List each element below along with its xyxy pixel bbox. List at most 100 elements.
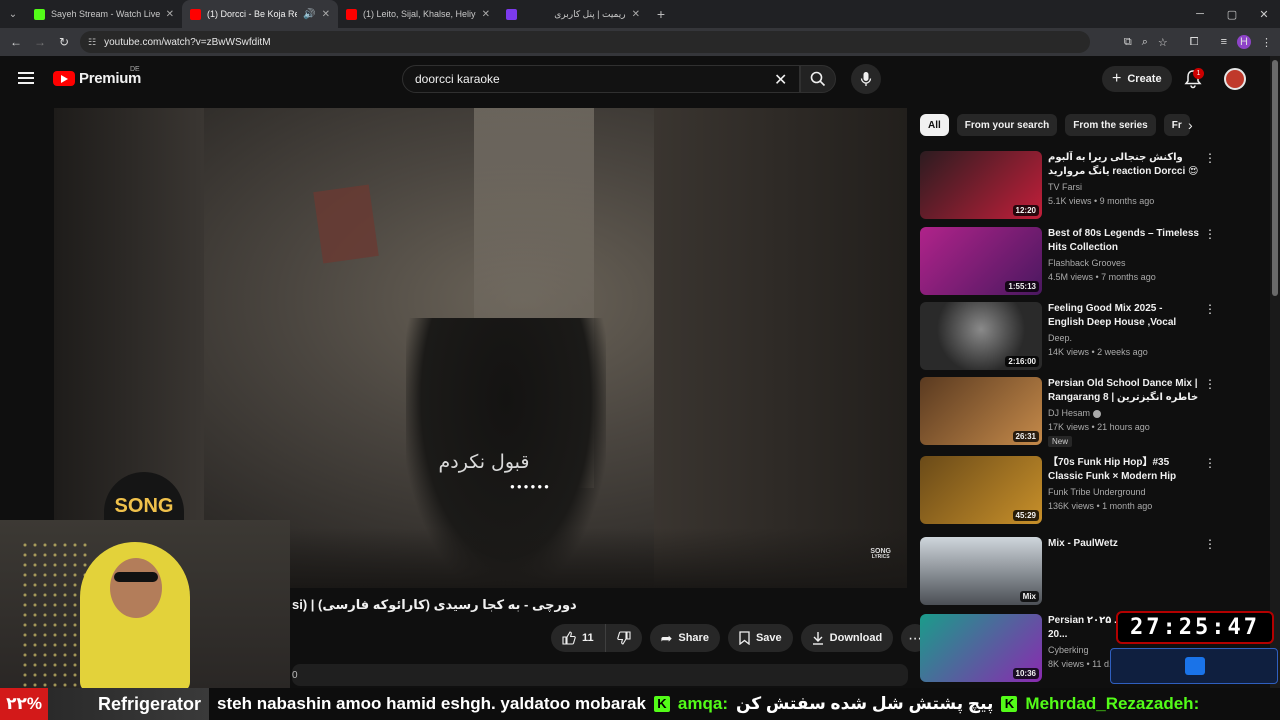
browser-tab-youtube-active[interactable]: (1) Dorcci - Be Koja Residi ( 🔊 ✕ [182, 0, 338, 28]
speaker-icon[interactable]: 🔊 [303, 9, 315, 20]
duration-badge: 45:29 [1012, 510, 1039, 521]
tab-title: Sayeh Stream - Watch Live on K [51, 9, 160, 19]
profile-avatar[interactable]: H [1237, 35, 1251, 49]
cast-icon[interactable]: ⧉ [1124, 36, 1132, 49]
more-vert-icon[interactable]: ⋮ [1204, 302, 1216, 316]
search-button[interactable] [800, 65, 836, 93]
download-button[interactable]: Download [800, 624, 894, 652]
chip-from-the-series[interactable]: From the series [1065, 114, 1156, 136]
channel-name[interactable]: Cyberking [1048, 645, 1089, 655]
duration-badge: 10:36 [1012, 668, 1039, 679]
description-text: 0 [292, 670, 298, 681]
channel-name[interactable]: Funk Tribe Underground [1048, 487, 1146, 497]
account-avatar[interactable] [1224, 68, 1246, 90]
tab-search-dropdown-icon[interactable]: ⌄ [0, 0, 26, 28]
close-window-icon[interactable]: ✕ [1248, 0, 1280, 28]
url-field[interactable]: ☷ youtube.com/watch?v=zBwWSwfditM [80, 31, 1090, 53]
like-button[interactable]: 11 [551, 624, 606, 652]
channel-name[interactable]: TV Farsi [1048, 182, 1082, 192]
download-icon [812, 632, 823, 645]
close-tab-icon[interactable]: ✕ [322, 9, 330, 20]
site-info-icon[interactable]: ☷ [88, 37, 96, 48]
clear-search-icon[interactable]: ✕ [774, 70, 787, 90]
forward-icon[interactable]: → [28, 35, 52, 49]
browser-tab-kick[interactable]: Sayeh Stream - Watch Live on K ✕ [26, 0, 182, 28]
more-vert-icon[interactable]: ⋮ [1204, 377, 1216, 391]
search-value: doorcci karaoke [415, 72, 500, 86]
media-controls-icon[interactable]: ≡ [1221, 36, 1227, 48]
more-vert-icon[interactable]: ⋮ [1204, 227, 1216, 241]
chip-partial[interactable]: Fr [1163, 114, 1190, 136]
bookmark-icon [739, 631, 750, 645]
more-vert-icon[interactable]: ⋮ [1204, 456, 1216, 470]
kick-logo-icon: K [1001, 696, 1018, 712]
more-vert-icon[interactable]: ⋮ [1204, 151, 1216, 165]
close-tab-icon[interactable]: ✕ [632, 9, 640, 20]
recommendation-item[interactable]: 1:55:13 Best of 80s Legends – Timeless H… [920, 227, 1220, 299]
new-badge: New [1048, 436, 1073, 447]
chip-from-your-search[interactable]: From your search [956, 114, 1058, 136]
chip-all[interactable]: All [920, 114, 949, 136]
minimize-icon[interactable]: ─ [1184, 0, 1216, 28]
youtube-premium-logo[interactable]: Premium DE [53, 66, 141, 87]
browser-menu-icon[interactable]: ⋮ [1261, 36, 1272, 49]
chevron-right-icon[interactable]: › [1188, 117, 1193, 133]
voice-search-button[interactable] [851, 64, 881, 94]
recommendation-item[interactable]: 26:31 Persian Old School Dance Mix | Ran… [920, 377, 1220, 449]
share-button[interactable]: ➦ Share [649, 624, 720, 652]
video-thumbnail[interactable]: 45:29 [920, 456, 1042, 524]
maximize-icon[interactable]: ▢ [1216, 0, 1248, 28]
back-icon[interactable]: ← [4, 35, 28, 49]
menu-hamburger-icon[interactable] [18, 72, 34, 84]
page-scrollbar[interactable] [1270, 56, 1280, 696]
streamer-webcam [0, 520, 290, 688]
recommendation-item[interactable]: 2:16:00 Feeling Good Mix 2025 - English … [920, 302, 1220, 374]
description-box[interactable]: 0 [292, 664, 908, 686]
recommendation-item[interactable]: Mix Mix - PaulWetz ⋮ [920, 537, 1220, 609]
thumbs-up-icon [562, 631, 576, 645]
video-thumbnail[interactable]: Mix [920, 537, 1042, 605]
bookmark-star-icon[interactable]: ☆ [1158, 36, 1168, 49]
video-meta: 5.1K views • 9 months ago [1048, 196, 1155, 206]
video-thumbnail[interactable]: 12:20 [920, 151, 1042, 219]
video-thumbnail[interactable]: 26:31 [920, 377, 1042, 445]
close-tab-icon[interactable]: ✕ [166, 9, 174, 20]
close-tab-icon[interactable]: ✕ [482, 9, 490, 20]
video-actions: 11 ➦ Share Save Download ⋯ [551, 624, 930, 654]
recommendation-title[interactable]: واکنش جنجالی ریرا به آلبوم یانگ مروارید … [1048, 151, 1200, 179]
channel-name[interactable]: Deep. [1048, 333, 1072, 343]
save-button[interactable]: Save [727, 624, 793, 652]
browser-tab-remit[interactable]: ریمیت | پنل کاربری ✕ [498, 0, 648, 28]
channel-name[interactable]: Flashback Grooves [1048, 258, 1126, 268]
scrollbar-thumb[interactable] [1272, 60, 1278, 296]
chat-username: Mehrdad_Rezazadeh: [1025, 694, 1200, 713]
chat-message: steh nabashin amoo hamid eshgh. yaldatoo… [217, 694, 646, 713]
zoom-icon[interactable]: ⌕ [1142, 36, 1148, 49]
extensions-icon[interactable]: ⧠ [1190, 36, 1199, 49]
kick-logo-icon: K [653, 696, 670, 712]
recommendation-item[interactable]: 45:29 【70s Funk Hip Hop】#35 Classic Funk… [920, 456, 1220, 528]
video-thumbnail[interactable]: 10:36 [920, 614, 1042, 682]
new-tab-icon[interactable]: + [648, 6, 674, 22]
recommendation-title[interactable]: 【70s Funk Hip Hop】#35 Classic Funk × Mod… [1048, 456, 1200, 484]
chat-username: amqa: [677, 694, 728, 713]
create-button[interactable]: + Create [1102, 66, 1172, 92]
chat-ticker: ۲۲% Refrigerator steh nabashin amoo hami… [0, 688, 1280, 720]
recommendation-title[interactable]: Best of 80s Legends – Timeless Hits Coll… [1048, 227, 1200, 255]
recommendation-title[interactable]: Feeling Good Mix 2025 - English Deep Hou… [1048, 302, 1200, 330]
browser-tab-youtube-2[interactable]: (1) Leito, Sijal, Khalse, Heliyom ✕ [338, 0, 498, 28]
video-thumbnail[interactable]: 2:16:00 [920, 302, 1042, 370]
dislike-button[interactable] [605, 624, 642, 652]
notification-count-badge: 1 [1193, 68, 1204, 79]
more-vert-icon[interactable]: ⋮ [1204, 537, 1216, 551]
youtube-favicon-icon [190, 8, 201, 20]
recommendation-item[interactable]: 12:20 واکنش جنجالی ریرا به آلبوم یانگ مر… [920, 151, 1220, 223]
video-thumbnail[interactable]: 1:55:13 [920, 227, 1042, 295]
youtube-favicon-icon [346, 8, 357, 20]
reload-icon[interactable]: ↻ [52, 35, 76, 49]
channel-name[interactable]: DJ Hesam [1048, 408, 1102, 418]
search-input[interactable]: doorcci karaoke [402, 65, 800, 93]
recommendation-title[interactable]: Persian Old School Dance Mix | Rangarang… [1048, 377, 1200, 405]
song-lyrics-watermark: SONG LYRICS [870, 548, 891, 560]
recommendation-title[interactable]: Mix - PaulWetz [1048, 537, 1200, 551]
